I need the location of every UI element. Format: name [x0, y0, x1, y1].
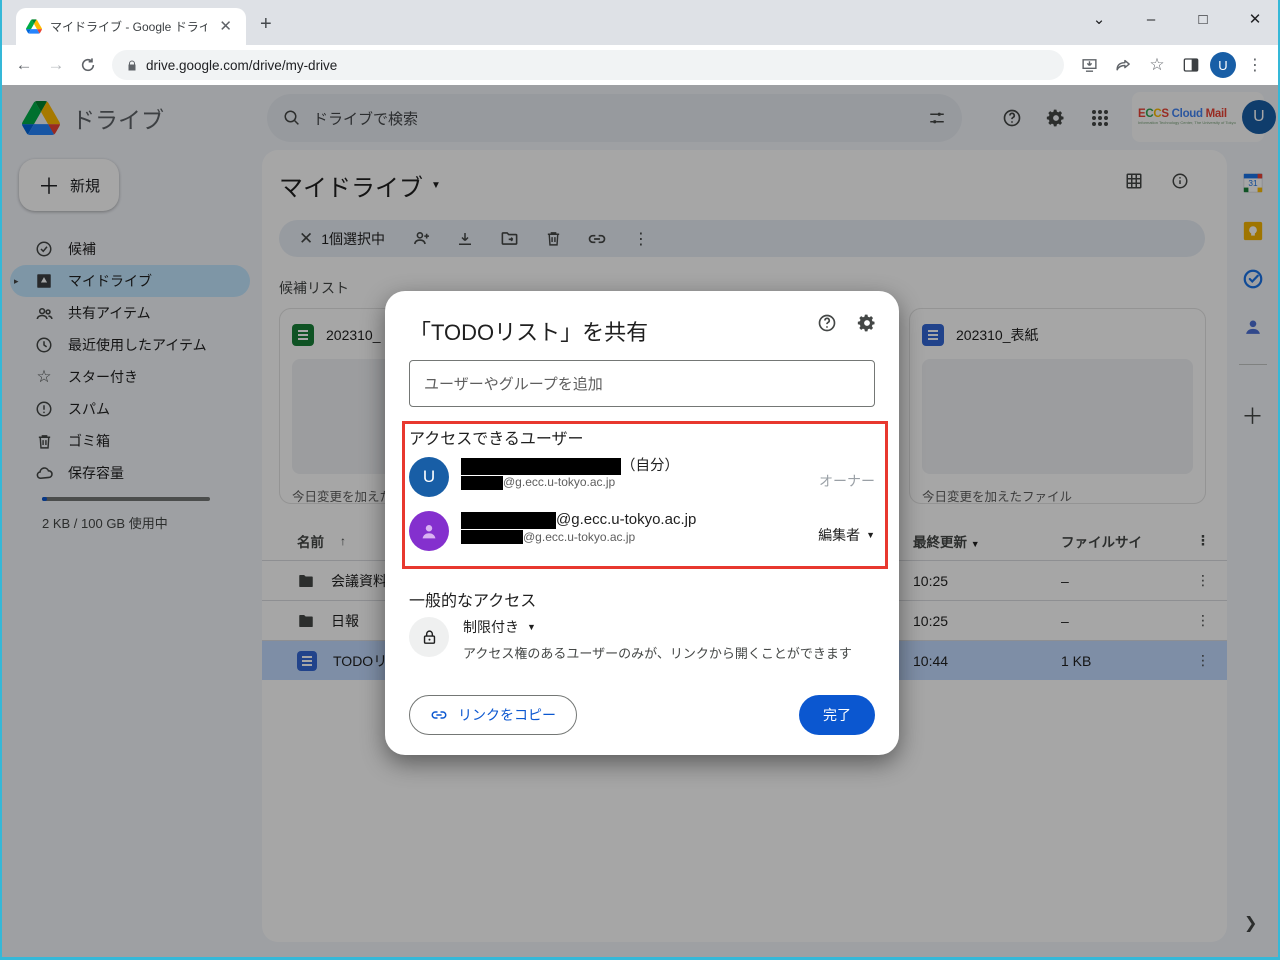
- dialog-help-icon[interactable]: [817, 313, 837, 333]
- share-icon[interactable]: [1108, 50, 1138, 80]
- minimize-button[interactable]: –: [1138, 11, 1164, 28]
- maximize-button[interactable]: □: [1190, 11, 1216, 28]
- dialog-title: 「TODOリスト」を共有: [409, 315, 875, 347]
- reload-button[interactable]: [74, 51, 102, 79]
- browser-window: マイドライブ - Google ドライブ ✕ + ⌄ – □ ✕ ← → dri…: [0, 0, 1280, 960]
- back-button[interactable]: ←: [10, 51, 38, 79]
- restricted-description: アクセス権のあるユーザーのみが、リンクから開くことができます: [463, 643, 852, 662]
- browser-avatar[interactable]: U: [1210, 52, 1236, 78]
- copy-link-button[interactable]: リンクをコピー: [409, 695, 577, 735]
- window-controls: ⌄ – □ ✕: [1086, 4, 1268, 34]
- dialog-settings-gear-icon[interactable]: [857, 313, 877, 333]
- close-window-button[interactable]: ✕: [1242, 10, 1268, 28]
- general-access-heading: 一般的なアクセス: [409, 587, 536, 611]
- chevron-down-icon[interactable]: ⌄: [1086, 10, 1112, 28]
- install-icon[interactable]: [1074, 50, 1104, 80]
- lock-icon: [409, 617, 449, 657]
- browser-titlebar: マイドライブ - Google ドライブ ✕ + ⌄ – □ ✕: [2, 0, 1278, 45]
- link-icon: [430, 706, 448, 724]
- restricted-dropdown[interactable]: 制限付き▼: [463, 617, 852, 637]
- tab-close-icon[interactable]: ✕: [215, 17, 236, 36]
- add-people-input[interactable]: ユーザーやグループを追加: [409, 360, 875, 407]
- tab-title: マイドライブ - Google ドライブ: [50, 18, 207, 35]
- drive-favicon: [26, 19, 42, 34]
- done-button[interactable]: 完了: [799, 695, 875, 735]
- annotation-red-rectangle: [402, 421, 888, 569]
- lock-icon: [126, 59, 138, 72]
- browser-menu-icon[interactable]: ⋮: [1240, 50, 1270, 80]
- new-tab-button[interactable]: +: [260, 13, 272, 36]
- side-panel-icon[interactable]: [1176, 50, 1206, 80]
- url-text: drive.google.com/drive/my-drive: [146, 58, 337, 73]
- general-access-row: 制限付き▼ アクセス権のあるユーザーのみが、リンクから開くことができます: [409, 617, 852, 662]
- browser-tab[interactable]: マイドライブ - Google ドライブ ✕: [16, 8, 246, 45]
- browser-toolbar: ← → drive.google.com/drive/my-drive ☆ U …: [2, 45, 1278, 85]
- url-bar[interactable]: drive.google.com/drive/my-drive: [112, 50, 1064, 80]
- forward-button[interactable]: →: [42, 51, 70, 79]
- bookmark-star-icon[interactable]: ☆: [1142, 50, 1172, 80]
